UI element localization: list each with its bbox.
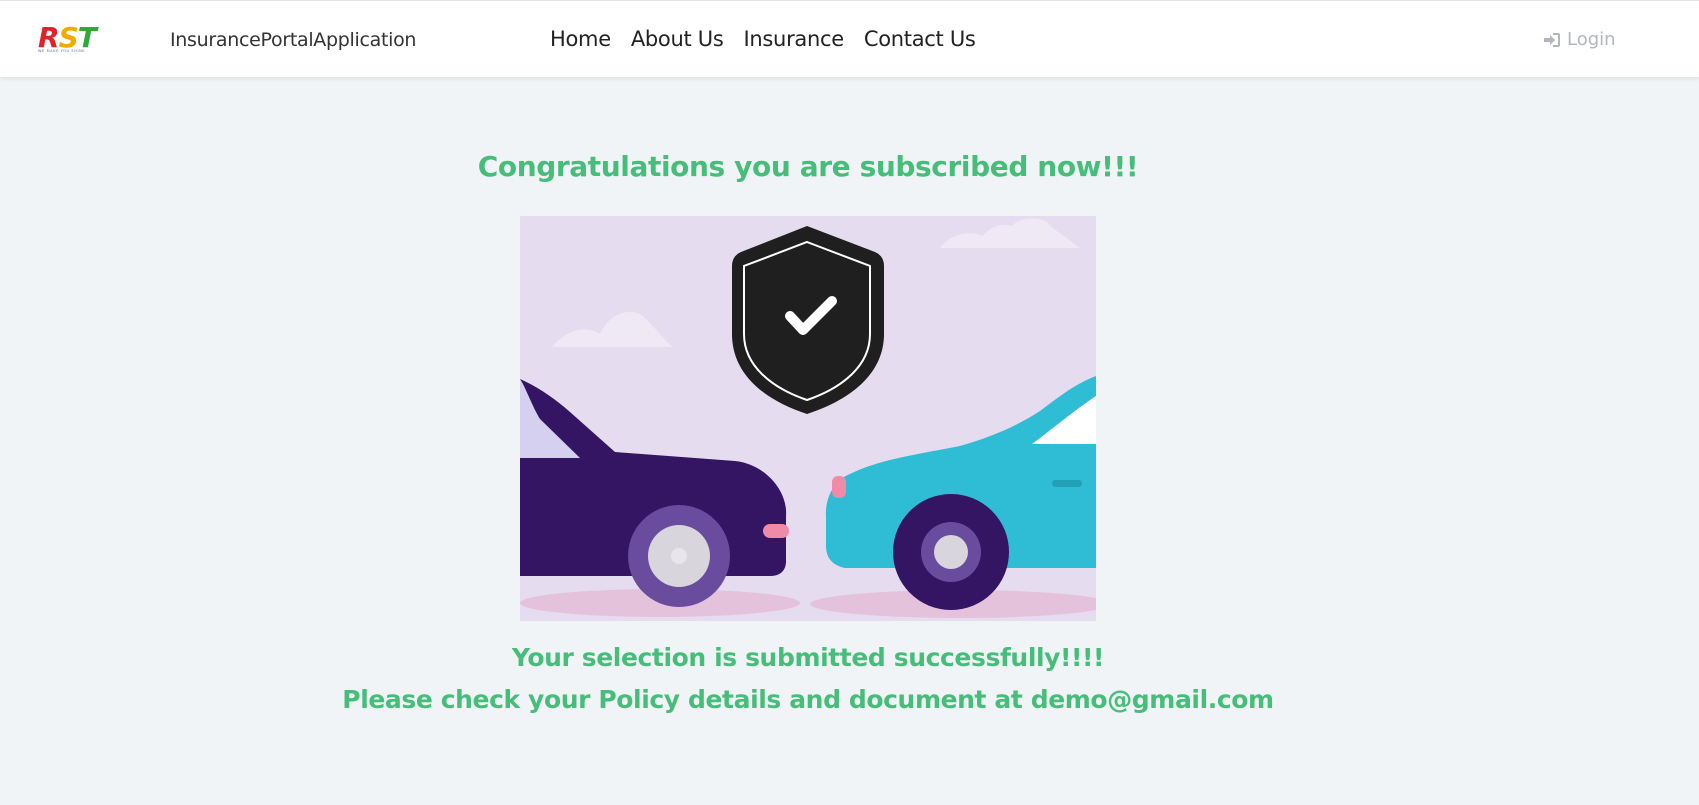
login-button[interactable]: Login (1543, 29, 1616, 50)
top-navbar: RST WE MAKE YOU SHINE InsurancePortalApp… (0, 0, 1699, 77)
nav-insurance[interactable]: Insurance (744, 27, 845, 51)
nav-contact-us[interactable]: Contact Us (864, 27, 976, 51)
main-nav: Home About Us Insurance Contact Us (550, 27, 976, 51)
nav-about-us[interactable]: About Us (631, 27, 724, 51)
login-label: Login (1567, 29, 1616, 50)
success-message: Your selection is submitted successfully… (511, 643, 1105, 672)
rst-logo[interactable]: RST WE MAKE YOU SHINE (38, 21, 122, 55)
policy-email-message: Please check your Policy details and doc… (342, 685, 1274, 714)
nav-home[interactable]: Home (550, 27, 611, 51)
sign-in-icon (1544, 32, 1560, 47)
brand-name[interactable]: InsurancePortalApplication (170, 29, 416, 51)
logo-text: RST (38, 21, 97, 54)
logo-tagline: WE MAKE YOU SHINE (38, 49, 86, 53)
page-title: Congratulations you are subscribed now!!… (477, 150, 1139, 183)
insurance-illustration (520, 216, 1096, 621)
